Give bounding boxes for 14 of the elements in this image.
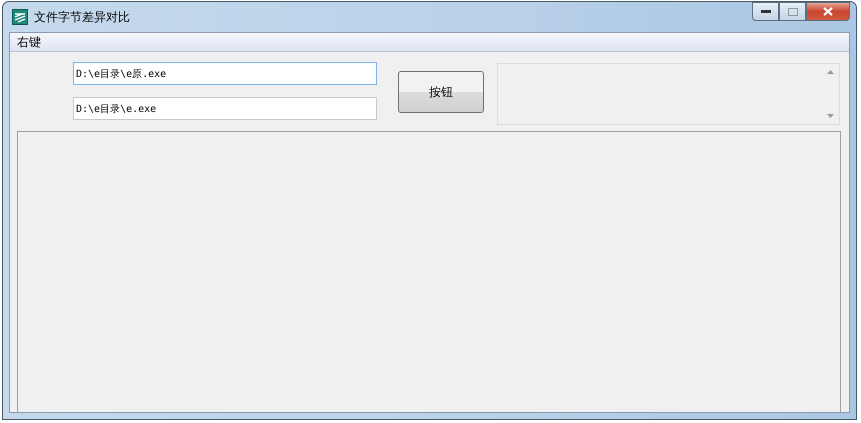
menu-item[interactable]: 右键 bbox=[14, 34, 44, 50]
minimize-icon bbox=[760, 10, 770, 14]
window-title: 文件字节差异对比 bbox=[34, 8, 130, 26]
scroll-down-icon[interactable] bbox=[827, 114, 834, 118]
path-field[interactable]: D:\e目录\e.exe bbox=[73, 97, 377, 120]
app-icon bbox=[12, 9, 28, 25]
path-field[interactable]: D:\e目录\e原.exe bbox=[73, 62, 377, 85]
maximize-icon bbox=[788, 8, 798, 16]
scroll-up-icon[interactable] bbox=[827, 70, 834, 74]
close-icon bbox=[823, 7, 833, 16]
action-button[interactable]: 按钮 bbox=[398, 71, 484, 113]
maximize-button[interactable] bbox=[779, 2, 806, 21]
minimize-button[interactable] bbox=[752, 2, 779, 21]
close-button[interactable] bbox=[806, 2, 850, 21]
